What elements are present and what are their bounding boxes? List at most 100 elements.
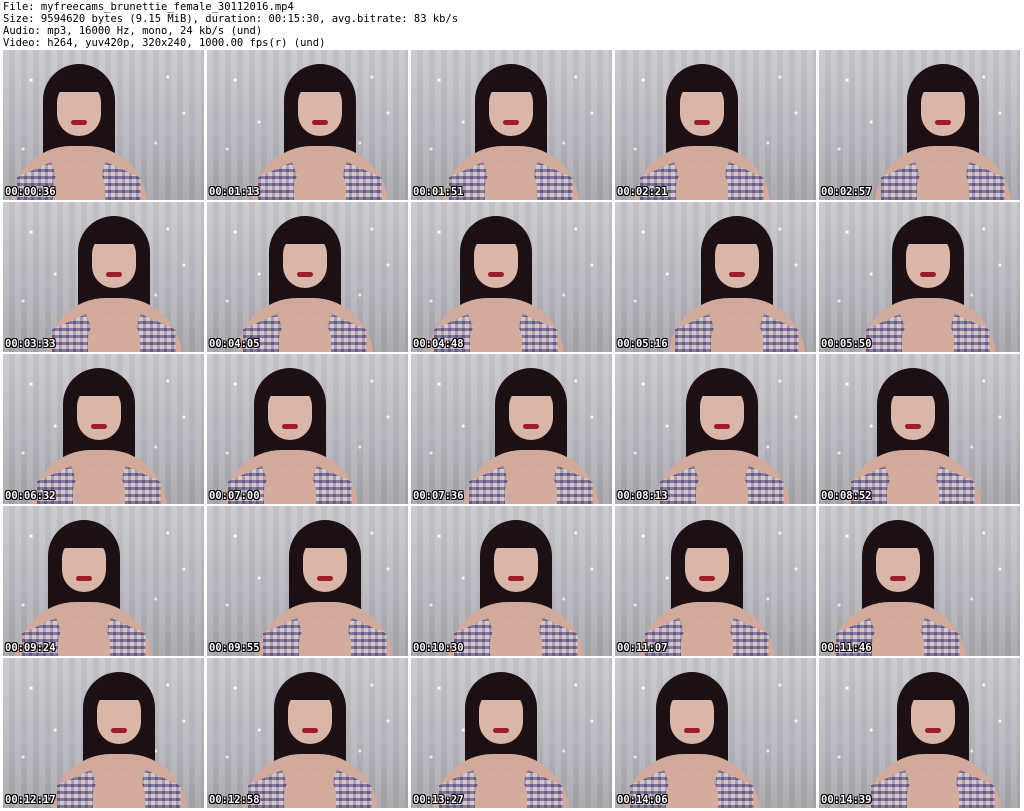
thumbnail-figure xyxy=(441,58,581,200)
thumbnail-figure xyxy=(637,514,777,656)
figure-lips xyxy=(507,576,524,581)
thumbnail-timestamp: 00:11:07 xyxy=(617,642,668,654)
figure-lips xyxy=(281,424,298,429)
figure-bangs xyxy=(57,526,110,548)
thumbnail-figure xyxy=(255,514,395,656)
video-thumbnail: 00:04:05 xyxy=(207,202,408,352)
thumbnail-figure xyxy=(622,666,762,808)
thumbnail-timestamp: 00:10:30 xyxy=(413,642,464,654)
thumbnail-figure xyxy=(49,666,189,808)
figure-bangs xyxy=(489,526,542,548)
figure-bangs xyxy=(469,222,522,244)
video-thumbnail: 00:07:00 xyxy=(207,354,408,504)
thumbnail-figure xyxy=(431,666,571,808)
video-thumbnail: 00:01:51 xyxy=(411,50,612,200)
figure-bangs xyxy=(87,222,140,244)
thumbnail-figure xyxy=(14,514,154,656)
thumbnail-timestamp: 00:05:50 xyxy=(821,338,872,350)
thumbnail-timestamp: 00:05:16 xyxy=(617,338,668,350)
thumbnail-timestamp: 00:08:52 xyxy=(821,490,872,502)
video-thumbnail: 00:14:06 xyxy=(615,658,816,808)
figure-bangs xyxy=(263,374,316,396)
figure-lips xyxy=(683,728,700,733)
figure-bangs xyxy=(695,374,748,396)
thumbnail-timestamp: 00:03:33 xyxy=(5,338,56,350)
figure-bangs xyxy=(504,374,557,396)
thumbnail-timestamp: 00:09:24 xyxy=(5,642,56,654)
thumbnail-figure xyxy=(9,58,149,200)
video-thumbnail: 00:05:50 xyxy=(819,202,1020,352)
thumbnail-figure xyxy=(652,362,792,504)
thumbnail-figure xyxy=(632,58,772,200)
video-thumbnail: 00:02:57 xyxy=(819,50,1020,200)
figure-lips xyxy=(934,120,951,125)
thumbnail-figure xyxy=(250,58,390,200)
figure-bangs xyxy=(710,222,763,244)
figure-lips xyxy=(728,272,745,277)
video-thumbnail: 00:11:46 xyxy=(819,506,1020,656)
thumbnail-timestamp: 00:08:13 xyxy=(617,490,668,502)
video-info-line: Video: h264, yuv420p, 320x240, 1000.00 f… xyxy=(3,37,326,49)
thumbnail-timestamp: 00:04:05 xyxy=(209,338,260,350)
figure-lips xyxy=(904,424,921,429)
figure-bangs xyxy=(474,678,527,700)
figure-bangs xyxy=(675,70,728,92)
thumbnail-timestamp: 00:07:00 xyxy=(209,490,260,502)
figure-bangs xyxy=(906,678,959,700)
figure-bangs xyxy=(484,70,537,92)
thumbnail-timestamp: 00:14:39 xyxy=(821,794,872,806)
thumbnail-timestamp: 00:12:17 xyxy=(5,794,56,806)
thumbnail-timestamp: 00:13:27 xyxy=(413,794,464,806)
figure-bangs xyxy=(72,374,125,396)
figure-lips xyxy=(522,424,539,429)
figure-bangs xyxy=(283,678,336,700)
video-thumbnail: 00:14:39 xyxy=(819,658,1020,808)
thumbnail-timestamp: 00:07:36 xyxy=(413,490,464,502)
figure-bangs xyxy=(298,526,351,548)
video-thumbnail: 00:07:36 xyxy=(411,354,612,504)
thumbnail-timestamp: 00:01:51 xyxy=(413,186,464,198)
video-thumbnail: 00:10:30 xyxy=(411,506,612,656)
figure-lips xyxy=(105,272,122,277)
figure-lips xyxy=(713,424,730,429)
thumbnail-figure xyxy=(220,362,360,504)
thumbnail-figure xyxy=(858,210,998,352)
video-thumbnail: 00:08:13 xyxy=(615,354,816,504)
figure-lips xyxy=(75,576,92,581)
thumbnail-timestamp: 00:02:21 xyxy=(617,186,668,198)
video-thumbnail: 00:03:33 xyxy=(3,202,204,352)
figure-lips xyxy=(693,120,710,125)
figure-bangs xyxy=(680,526,733,548)
thumbnail-figure xyxy=(843,362,983,504)
figure-lips xyxy=(889,576,906,581)
figure-bangs xyxy=(665,678,718,700)
file-size-line: Size: 9594620 bytes (9.15 MiB), duration… xyxy=(3,13,459,25)
thumbnail-grid: 00:00:36 00:01:13 00:01:51 00:02:21 00:02:57… xyxy=(0,50,1024,808)
thumbnail-figure xyxy=(863,666,1003,808)
figure-lips xyxy=(487,272,504,277)
video-thumbnail: 00:12:58 xyxy=(207,658,408,808)
figure-lips xyxy=(110,728,127,733)
thumbnail-figure xyxy=(240,666,380,808)
video-thumbnail: 00:06:32 xyxy=(3,354,204,504)
figure-bangs xyxy=(871,526,924,548)
video-thumbnail: 00:04:48 xyxy=(411,202,612,352)
figure-bangs xyxy=(278,222,331,244)
figure-lips xyxy=(492,728,509,733)
video-thumbnail: 00:13:27 xyxy=(411,658,612,808)
video-thumbnail: 00:09:55 xyxy=(207,506,408,656)
figure-lips xyxy=(316,576,333,581)
figure-bangs xyxy=(886,374,939,396)
file-name-line: File: myfreecams_brunettie_female_301120… xyxy=(3,1,294,13)
video-thumbnail: 00:05:16 xyxy=(615,202,816,352)
video-thumbnail: 00:08:52 xyxy=(819,354,1020,504)
thumbnail-figure xyxy=(426,210,566,352)
thumbnail-figure xyxy=(461,362,601,504)
figure-bangs xyxy=(901,222,954,244)
thumbnail-figure xyxy=(667,210,807,352)
figure-bangs xyxy=(293,70,346,92)
figure-lips xyxy=(924,728,941,733)
video-thumbnail: 00:02:21 xyxy=(615,50,816,200)
thumbnail-figure xyxy=(235,210,375,352)
video-thumbnail: 00:00:36 xyxy=(3,50,204,200)
